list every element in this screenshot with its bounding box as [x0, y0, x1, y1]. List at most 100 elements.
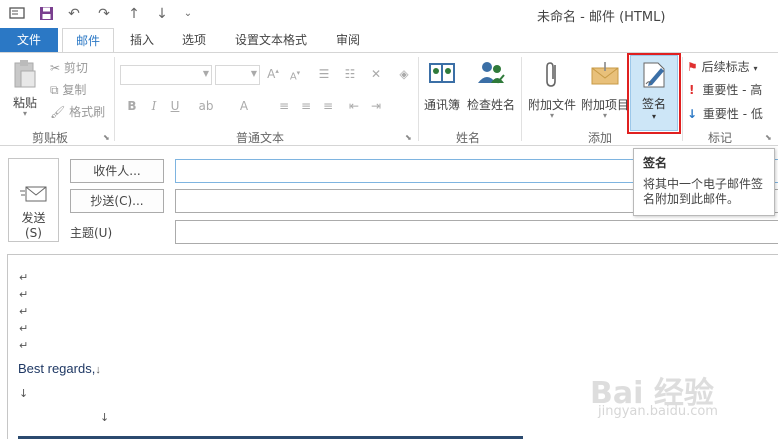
include-group-label: 添加: [587, 131, 612, 145]
bold-icon[interactable]: B: [124, 99, 140, 113]
chevron-down-icon: ▼: [202, 69, 209, 78]
shrink-font-icon[interactable]: A▾: [287, 69, 303, 82]
paragraph-mark: ↵: [19, 305, 29, 318]
copy-label: 复制: [62, 83, 87, 97]
paste-dropdown-icon[interactable]: ▾: [6, 109, 44, 118]
check-names-icon: [463, 59, 519, 90]
attach-item-button[interactable]: 附加项目 ▾: [580, 59, 630, 120]
to-button[interactable]: 收件人...: [70, 159, 164, 183]
paperclip-icon: [526, 59, 578, 92]
flag-icon: ⚑: [687, 60, 698, 74]
chevron-down-icon: ▼: [250, 69, 257, 78]
down-arrow-icon: ↓: [687, 107, 698, 121]
clipboard-group-label: 剪贴板: [31, 131, 68, 145]
paragraph-mark: ↵: [19, 339, 29, 352]
clear-format-icon[interactable]: ✕: [368, 67, 384, 81]
send-button[interactable]: 发送 (S): [8, 158, 59, 242]
basic-text-group-label: 普通文本: [235, 131, 284, 145]
highlight-callout-box: [627, 53, 681, 134]
follow-up-label: 后续标志: [701, 60, 750, 74]
undo-icon[interactable]: ↶: [66, 6, 82, 22]
tab-mail[interactable]: 邮件: [62, 28, 114, 53]
low-importance-button[interactable]: ↓ 重要性 - 低: [687, 104, 763, 124]
copy-button[interactable]: ⧉ 复制: [50, 80, 86, 100]
grow-font-icon[interactable]: A▴: [265, 67, 281, 81]
bullets-icon[interactable]: ☰: [316, 67, 332, 81]
address-book-icon: [422, 59, 462, 90]
subject-label: 主题(U): [70, 226, 113, 240]
italic-icon[interactable]: I: [146, 99, 162, 113]
format-painter-button[interactable]: 🖌 格式刷: [50, 102, 105, 122]
ribbon-tabs: 文件 邮件 插入 选项 设置文本格式 审阅: [0, 28, 778, 53]
save-icon[interactable]: [38, 6, 54, 22]
align-center-icon[interactable]: ≡: [298, 99, 314, 113]
cut-label: 剪切: [63, 61, 88, 75]
highlight-icon[interactable]: ab: [198, 99, 214, 113]
outlook-icon[interactable]: [9, 6, 25, 22]
low-importance-label: 重要性 - 低: [702, 107, 763, 121]
cc-button[interactable]: 抄送(C)...: [70, 189, 164, 213]
align-left-icon[interactable]: ≡: [276, 99, 292, 113]
exclamation-icon: !: [689, 83, 695, 97]
line-mark: ↓: [19, 387, 29, 400]
outdent-icon[interactable]: ⇤: [346, 99, 362, 113]
tab-file[interactable]: 文件: [0, 28, 58, 52]
signature-text-value: Best regards,: [18, 361, 96, 376]
address-book-button[interactable]: 通讯簿: [422, 59, 462, 113]
envelope-icon: [580, 59, 630, 92]
ribbon: 粘贴 ▾ ✂ 剪切 ⧉ 复制 🖌 格式刷 剪贴板 ⬊ ▼ ▼ A▴ A▾ ☰ ☷…: [0, 52, 778, 146]
basic-text-launcher-icon[interactable]: ⬊: [405, 133, 412, 142]
title-bar: ↶ ↷ ↑ ↓ ⌄ 未命名 - 邮件 (HTML): [0, 0, 778, 28]
scissors-icon: ✂: [50, 61, 61, 75]
tab-format-text[interactable]: 设置文本格式: [228, 28, 314, 52]
numbering-icon[interactable]: ☷: [342, 67, 358, 81]
send-label: 发送 (S): [21, 211, 46, 240]
line-mark: ↓: [100, 411, 110, 424]
group-divider: [418, 57, 419, 141]
font-name-combo[interactable]: ▼: [120, 65, 212, 85]
font-color-icon[interactable]: A: [236, 99, 252, 113]
font-size-combo[interactable]: ▼: [215, 65, 260, 85]
check-names-button[interactable]: 检查姓名: [463, 59, 519, 113]
chevron-down-icon: ▾: [753, 64, 758, 73]
clipboard-launcher-icon[interactable]: ⬊: [103, 133, 110, 142]
align-right-icon[interactable]: ≡: [320, 99, 336, 113]
group-divider: [521, 57, 522, 141]
tab-insert[interactable]: 插入: [122, 28, 162, 52]
group-divider: [682, 57, 683, 141]
signature-tooltip: 签名 将其中一个电子邮件签名附加到此邮件。: [633, 148, 775, 216]
tab-options[interactable]: 选项: [174, 28, 214, 52]
indent-icon[interactable]: ⇥: [368, 99, 384, 113]
watermark-url: jingyan.baidu.com: [598, 404, 718, 419]
up-arrow-icon[interactable]: ↑: [126, 6, 142, 22]
line-mark: ↓: [95, 364, 101, 376]
redo-icon[interactable]: ↷: [96, 6, 112, 22]
tooltip-title: 签名: [643, 156, 668, 170]
names-group-label: 姓名: [455, 131, 480, 145]
paragraph-mark: ↵: [19, 288, 29, 301]
tooltip-description: 将其中一个电子邮件签名附加到此邮件。: [643, 177, 764, 206]
high-importance-button[interactable]: ! 重要性 - 高: [689, 80, 762, 100]
customize-icon[interactable]: ⌄: [180, 6, 196, 22]
cut-button[interactable]: ✂ 剪切: [50, 58, 88, 78]
tags-launcher-icon[interactable]: ⬊: [765, 133, 772, 142]
follow-up-button[interactable]: ⚑ 后续标志 ▾: [687, 57, 757, 77]
attach-file-button[interactable]: 附加文件 ▾: [526, 59, 578, 120]
styles-icon[interactable]: ◈: [396, 67, 412, 81]
check-names-label: 检查姓名: [466, 98, 515, 112]
format-painter-label: 格式刷: [69, 105, 106, 119]
high-importance-label: 重要性 - 高: [702, 83, 763, 97]
paragraph-mark: ↵: [19, 271, 29, 284]
paste-icon: [6, 59, 44, 92]
paste-button[interactable]: 粘贴 ▾: [6, 59, 44, 118]
tags-group-label: 标记: [707, 131, 732, 145]
tab-review[interactable]: 审阅: [328, 28, 368, 52]
subject-field[interactable]: [175, 220, 778, 244]
paragraph-mark: ↵: [19, 322, 29, 335]
window-title: 未命名 - 邮件 (HTML): [537, 10, 666, 25]
send-icon: [20, 183, 48, 208]
down-arrow-icon[interactable]: ↓: [154, 6, 170, 22]
address-book-label: 通讯簿: [423, 98, 460, 112]
brush-icon: 🖌: [50, 105, 66, 119]
underline-icon[interactable]: U: [167, 99, 183, 113]
